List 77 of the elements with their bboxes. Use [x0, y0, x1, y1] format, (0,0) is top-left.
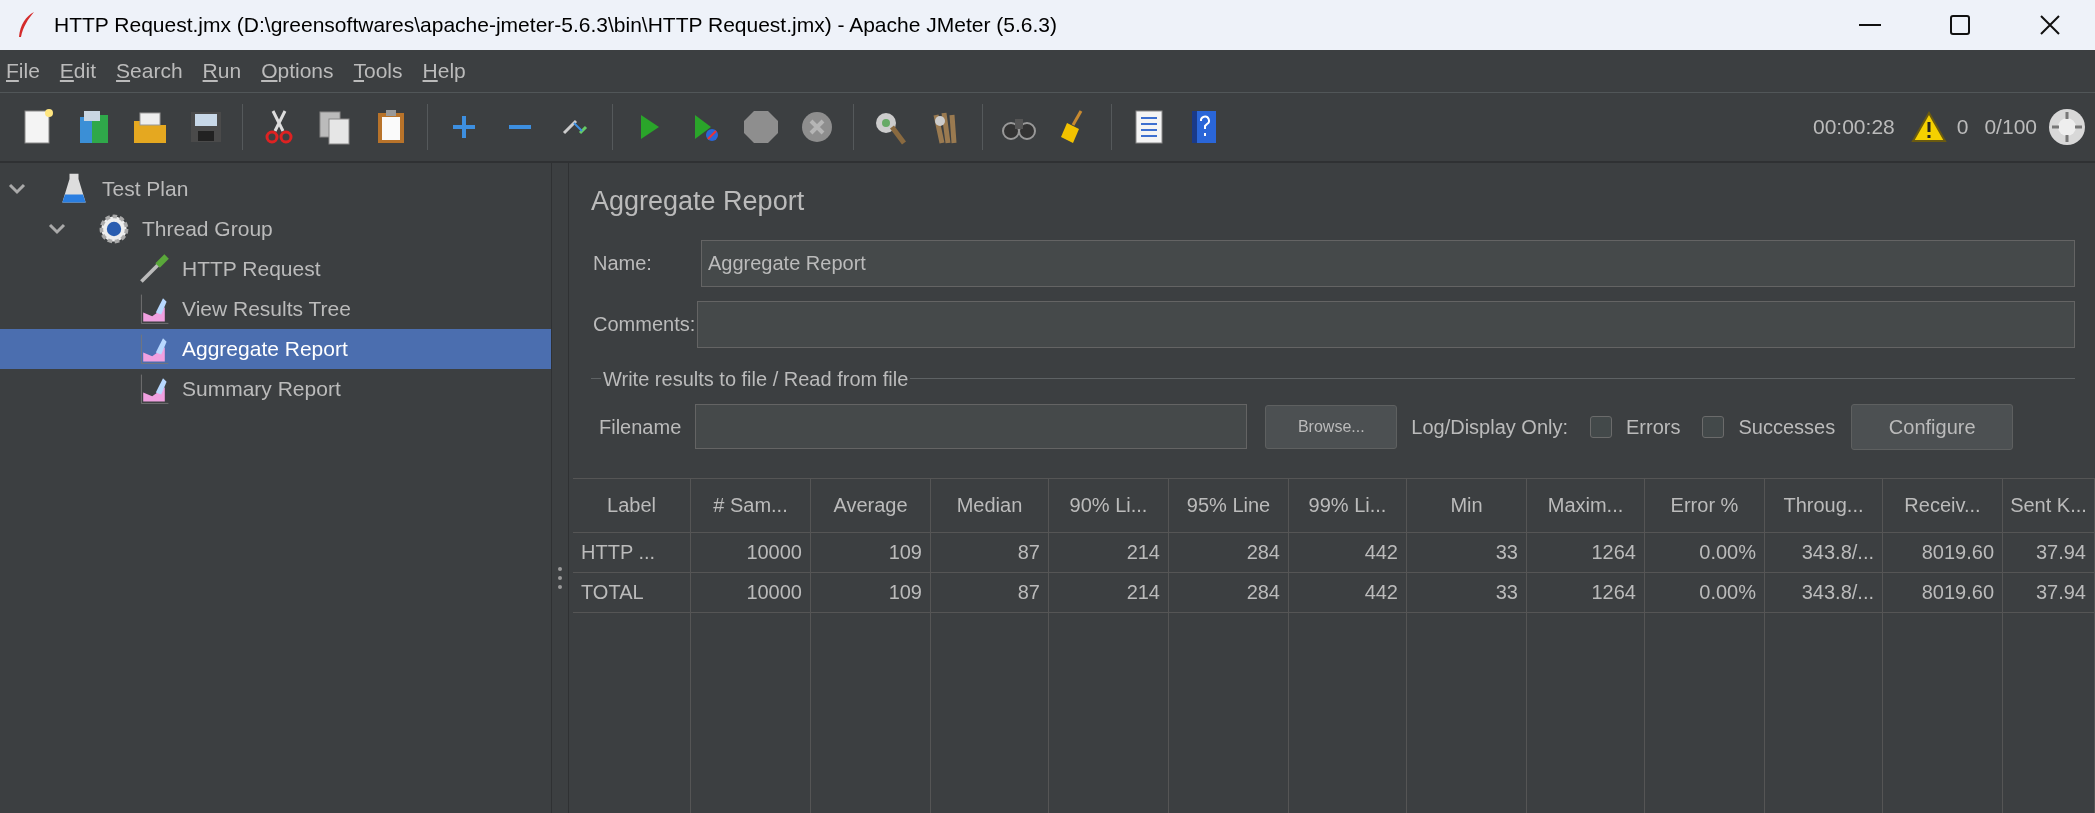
column-header[interactable]: Average [811, 478, 930, 533]
column-header[interactable]: Error % [1645, 478, 1764, 533]
table-cell: 10000 [691, 572, 810, 613]
table-cell: 8019.60 [1883, 532, 2002, 573]
column-header[interactable]: Median [931, 478, 1048, 533]
column-header[interactable]: Label [573, 478, 690, 533]
table-cell: 343.8/... [1765, 532, 1882, 573]
menu-item[interactable]: Help [412, 55, 476, 87]
checkbox[interactable] [1590, 415, 1612, 438]
browse-button[interactable]: Browse... [1265, 404, 1398, 449]
window-title: HTTP Request.jmx (D:\greensoftwares\apache-jmeter-5.6.3\bin\HTTP Request.jmx) - Apache JMeter (5.6.3) [54, 12, 1057, 39]
checkbox-label: Errors [1626, 414, 1681, 440]
table-cell: 442 [1289, 532, 1406, 573]
filename-field[interactable] [695, 404, 1248, 449]
table-cell: 87 [931, 532, 1048, 573]
table-cell: 109 [811, 572, 930, 613]
warning-icon[interactable] [1910, 111, 1947, 143]
menu-item[interactable]: Search [106, 55, 193, 87]
tree-item[interactable]: View Results Tree [0, 289, 551, 329]
thread-count: 0/100 [1984, 114, 2037, 141]
table-cell: 442 [1289, 572, 1406, 613]
table-cell: TOTAL [573, 572, 690, 613]
column-header[interactable]: Maxim... [1527, 478, 1644, 533]
section-legend: Write results to file / Read from file [601, 363, 911, 394]
tree-item[interactable]: Aggregate Report [0, 329, 551, 369]
error-count: 0 [1956, 114, 1969, 141]
column-header[interactable]: 90% Li... [1049, 478, 1168, 533]
column-header[interactable]: 99% Li... [1289, 478, 1406, 533]
column-header[interactable]: Min [1407, 478, 1526, 533]
comments-field[interactable] [697, 300, 2075, 348]
checkbox[interactable] [1702, 415, 1725, 438]
tree-item[interactable]: HTTP Request [0, 249, 551, 289]
tree-item[interactable]: Summary Report [0, 369, 551, 409]
menu-item[interactable]: Options [251, 55, 344, 87]
remote-status-icon [2047, 107, 2087, 147]
menu-item[interactable]: Tools [343, 55, 413, 87]
table-cell: 343.8/... [1765, 572, 1882, 613]
split-handle-icon[interactable] [558, 567, 562, 589]
menu-item[interactable]: Run [192, 55, 252, 87]
column-header[interactable]: Sent K... [2003, 478, 2094, 533]
menu-item[interactable]: Edit [49, 55, 107, 87]
table-cell: HTTP ... [573, 532, 690, 573]
field-label: Comments: [592, 312, 697, 337]
table-cell: 1264 [1527, 532, 1644, 573]
elapsed-time: 00:00:28 [1813, 114, 1895, 141]
table-cell: 0.00% [1645, 532, 1764, 573]
close-icon[interactable] [2040, 15, 2060, 35]
column-header[interactable]: # Sam... [691, 478, 810, 533]
tree-item[interactable]: Thread Group [0, 209, 551, 249]
maximize-icon[interactable] [1950, 15, 1970, 35]
field-label: Name: [592, 251, 653, 276]
column-header[interactable]: Throug... [1765, 478, 1882, 533]
menu-item[interactable]: File [0, 55, 50, 87]
panel-title: Aggregate Report [591, 185, 806, 218]
table-cell: 1264 [1527, 572, 1644, 613]
table-cell: 214 [1049, 532, 1168, 573]
field-label: Filename [599, 414, 682, 440]
name-field[interactable]: Aggregate Report [701, 239, 2075, 287]
configure-button[interactable]: Configure [1851, 403, 2014, 450]
tree-item[interactable]: Test Plan [0, 169, 551, 209]
table-cell: 284 [1169, 532, 1288, 573]
column-header[interactable]: 95% Line [1169, 478, 1288, 533]
field-label: Log/Display Only: [1411, 414, 1568, 440]
table-cell: 0.00% [1645, 572, 1764, 613]
column-header[interactable]: Receiv... [1883, 478, 2002, 533]
table-cell: 87 [931, 572, 1048, 613]
table-cell: 33 [1407, 572, 1526, 613]
checkbox-label: Successes [1738, 414, 1836, 440]
table-cell: 10000 [691, 532, 810, 573]
table-cell: 37.94 [2003, 532, 2094, 573]
table-cell: 284 [1169, 572, 1288, 613]
feather-icon [16, 11, 36, 39]
table-cell: 214 [1049, 572, 1168, 613]
table-cell: 109 [811, 532, 930, 573]
table-cell: 33 [1407, 532, 1526, 573]
table-cell: 8019.60 [1883, 572, 2002, 613]
table-cell: 37.94 [2003, 572, 2094, 613]
